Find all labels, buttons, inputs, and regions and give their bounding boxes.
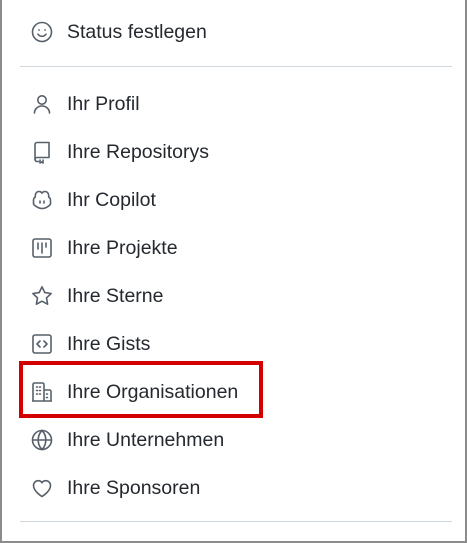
user-dropdown-menu: Status festlegen Ihr Profil Ihre Reposit… [0, 0, 467, 543]
menu-item-label: Ihre Sterne [67, 284, 164, 307]
smiley-icon [30, 20, 54, 44]
menu-item-label: Ihre Sponsoren [67, 476, 201, 499]
code-square-icon [30, 332, 54, 356]
person-icon [30, 92, 54, 116]
menu-item-label: Ihre Repositorys [67, 140, 209, 163]
star-icon [30, 284, 54, 308]
menu-item-profile[interactable]: Ihr Profil [30, 89, 140, 119]
menu-item-repositories[interactable]: Ihre Repositorys [30, 137, 209, 167]
project-icon [30, 236, 54, 260]
repo-icon [30, 140, 54, 164]
copilot-icon [30, 188, 54, 212]
set-status-label: Status festlegen [67, 20, 207, 43]
heart-icon [30, 476, 54, 500]
menu-item-label: Ihre Unternehmen [67, 428, 225, 451]
menu-item-sponsors[interactable]: Ihre Sponsoren [30, 473, 200, 503]
menu-divider [20, 66, 452, 67]
menu-item-organizations[interactable]: Ihre Organisationen [30, 377, 238, 407]
menu-item-label: Ihre Projekte [67, 236, 178, 259]
menu-divider [20, 521, 452, 522]
menu-item-projects[interactable]: Ihre Projekte [30, 233, 178, 263]
menu-item-enterprises[interactable]: Ihre Unternehmen [30, 425, 224, 455]
set-status-button[interactable]: Status festlegen [30, 17, 207, 47]
menu-item-label: Ihre Gists [67, 332, 151, 355]
menu-item-label: Ihr Profil [67, 92, 140, 115]
menu-item-label: Ihre Organisationen [67, 380, 239, 403]
globe-icon [30, 428, 54, 452]
menu-item-label: Ihr Copilot [67, 188, 156, 211]
menu-item-copilot[interactable]: Ihr Copilot [30, 185, 156, 215]
menu-item-gists[interactable]: Ihre Gists [30, 329, 150, 359]
menu-item-stars[interactable]: Ihre Sterne [30, 281, 163, 311]
organization-icon [30, 380, 54, 404]
